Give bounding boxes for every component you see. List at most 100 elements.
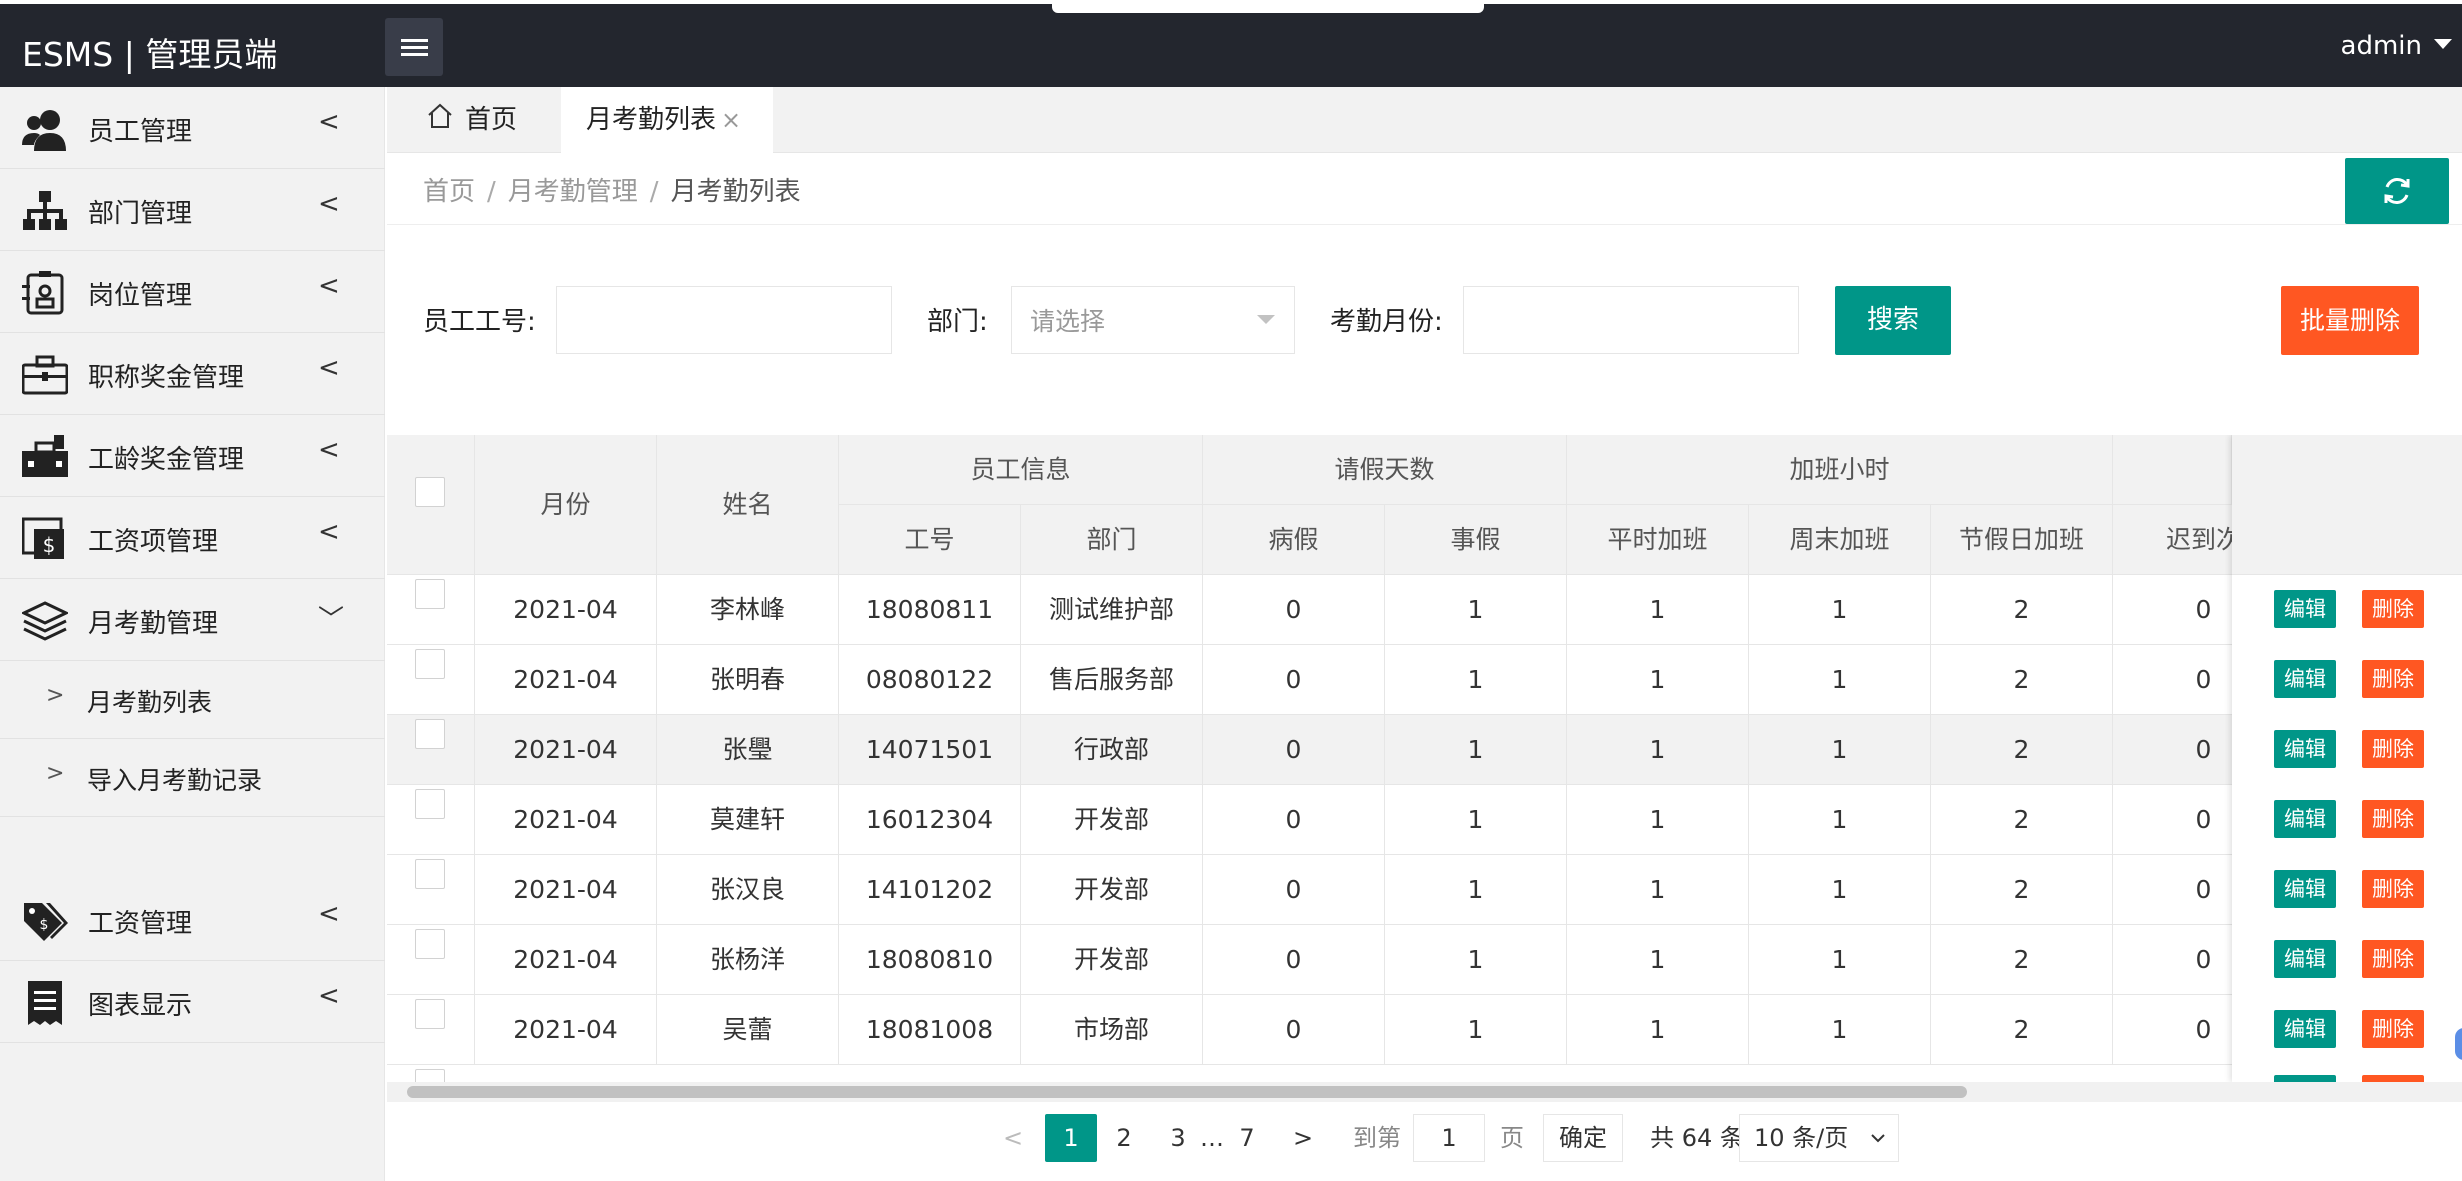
header-late-group [2113,435,2232,505]
next-page-button[interactable]: > [1283,1114,1323,1162]
cell-dept: 售后服务部 [1021,645,1203,715]
receipt-icon [28,981,62,1025]
edit-button[interactable]: 编辑 [2274,870,2336,908]
bulk-delete-button[interactable]: 批量删除 [2281,286,2419,355]
cell-weekend: 1 [1749,715,1931,785]
breadcrumb-sep: / [487,177,496,207]
sidebar-item-label: 图表显示 [88,991,193,1021]
close-icon[interactable]: × [721,87,741,153]
floating-helper-icon[interactable] [2455,1028,2462,1060]
sidebar-item-label: 工资管理 [88,909,193,939]
chevron-right-icon: > [46,683,65,708]
delete-button[interactable]: 删除 [2362,1010,2424,1048]
edit-button[interactable]: 编辑 [2274,660,2336,698]
user-menu[interactable]: admin [2341,31,2422,61]
delete-button[interactable]: 删除 [2362,660,2424,698]
edit-button[interactable]: 编辑 [2274,940,2336,978]
sidebar-item-monthly-attendance[interactable]: 月考勤管理 ﹀ [0,579,385,661]
sidebar-subitem-attendance-list[interactable]: > 月考勤列表 [0,661,385,739]
row-checkbox[interactable] [415,1069,445,1082]
breadcrumb-sep: / [649,177,659,207]
header-month: 月份 [475,435,657,575]
delete-button[interactable]: 删除 [2362,730,2424,768]
emp-no-label: 员工工号: [423,307,536,337]
emp-no-input[interactable] [556,286,892,354]
cell-month: 2021-04 [475,715,657,785]
month-input[interactable] [1463,286,1799,354]
row-checkbox[interactable] [415,719,445,749]
header-sick-leave: 病假 [1203,505,1385,575]
dept-label: 部门: [927,307,988,337]
page-size-value: 10 条/页 [1754,1124,1849,1152]
menu-toggle-button[interactable] [385,18,443,76]
search-button[interactable]: 搜索 [1835,286,1951,355]
cell-holiday: 2 [1931,995,2113,1065]
row-checkbox[interactable] [415,999,445,1029]
page-7[interactable]: 7 [1227,1114,1267,1162]
cell-weekday: 1 [1567,715,1749,785]
row-checkbox[interactable] [415,579,445,609]
month-label: 考勤月份: [1330,307,1443,337]
sidebar-item-salary[interactable]: $ 工资管理 < [0,879,385,961]
goto-confirm-button[interactable]: 确定 [1543,1114,1623,1162]
row-checkbox[interactable] [415,649,445,679]
header-emp-info: 员工信息 [839,435,1203,505]
edit-button[interactable]: 编辑 [2274,1010,2336,1048]
window-notch [1052,4,1484,13]
horizontal-scrollbar[interactable] [387,1082,2462,1102]
page-3[interactable]: 3 [1157,1114,1199,1162]
cell-emp-no: 16012304 [839,785,1021,855]
tab-home[interactable]: 首页 [387,87,557,153]
sidebar-item-salary-item[interactable]: $ 工资项管理 < [0,497,385,579]
row-checkbox[interactable] [415,789,445,819]
row-checkbox[interactable] [415,859,445,889]
chevron-right-icon: > [46,761,65,786]
breadcrumb-level2[interactable]: 月考勤管理 [508,177,638,207]
header-weekday-ot: 平时加班 [1567,505,1749,575]
fixed-action-column: 编辑 删除 编辑 删除 编辑 删除 编辑 删除 编辑 删除 编辑 删除 编辑 删除 [2232,435,2462,1082]
page-ellipsis: … [1200,1124,1224,1152]
breadcrumb-home[interactable]: 首页 [423,177,475,207]
delete-button[interactable]: 删除 [2362,800,2424,838]
delete-button[interactable]: 删除 [2362,940,2424,978]
prev-page-button[interactable]: < [993,1114,1033,1162]
cell-month: 2021-04 [475,925,657,995]
page-1[interactable]: 1 [1045,1114,1097,1162]
cell-month: 2021-04 [475,785,657,855]
cell-emp-no: 18080811 [839,575,1021,645]
edit-button[interactable]: 编辑 [2274,800,2336,838]
sidebar-item-seniority-bonus[interactable]: 工龄奖金管理 < [0,415,385,497]
cell-name: 李林峰 [657,575,839,645]
tab-bar: 首页 月考勤列表 × [387,87,2462,153]
sidebar-item-charts[interactable]: 图表显示 < [0,961,385,1043]
sidebar-item-department[interactable]: 部门管理 < [0,169,385,251]
scrollbar-thumb[interactable] [407,1086,1967,1098]
cell-personal: 1 [1385,575,1567,645]
tab-attendance-list[interactable]: 月考勤列表 × [561,87,773,153]
sidebar-subitem-import-attendance[interactable]: > 导入月考勤记录 [0,739,385,817]
cell-weekday: 1 [1567,785,1749,855]
delete-button[interactable] [2362,1075,2424,1082]
cell-sick: 0 [1203,785,1385,855]
cell-sick: 0 [1203,855,1385,925]
refresh-button[interactable] [2345,158,2449,224]
sidebar-item-employee[interactable]: 员工管理 < [0,87,385,169]
sidebar-item-title-bonus[interactable]: 职称奖金管理 < [0,333,385,415]
edit-button[interactable]: 编辑 [2274,730,2336,768]
sidebar-item-label: 月考勤管理 [88,609,219,639]
cell-month: 2021-04 [475,645,657,715]
chevron-left-icon: < [318,107,340,137]
delete-button[interactable]: 删除 [2362,590,2424,628]
goto-page-input[interactable]: 1 [1413,1114,1485,1162]
delete-button[interactable]: 删除 [2362,870,2424,908]
sidebar-item-position[interactable]: 岗位管理 < [0,251,385,333]
cell-holiday: 2 [1931,715,2113,785]
edit-button[interactable] [2274,1075,2336,1082]
edit-button[interactable]: 编辑 [2274,590,2336,628]
page-2[interactable]: 2 [1103,1114,1145,1162]
menu-icon-line [401,46,428,49]
goto-label: 到第 [1353,1124,1401,1152]
row-checkbox[interactable] [415,929,445,959]
caret-down-icon[interactable] [2434,39,2452,49]
page-size-select[interactable]: 10 条/页 [1739,1114,1899,1162]
